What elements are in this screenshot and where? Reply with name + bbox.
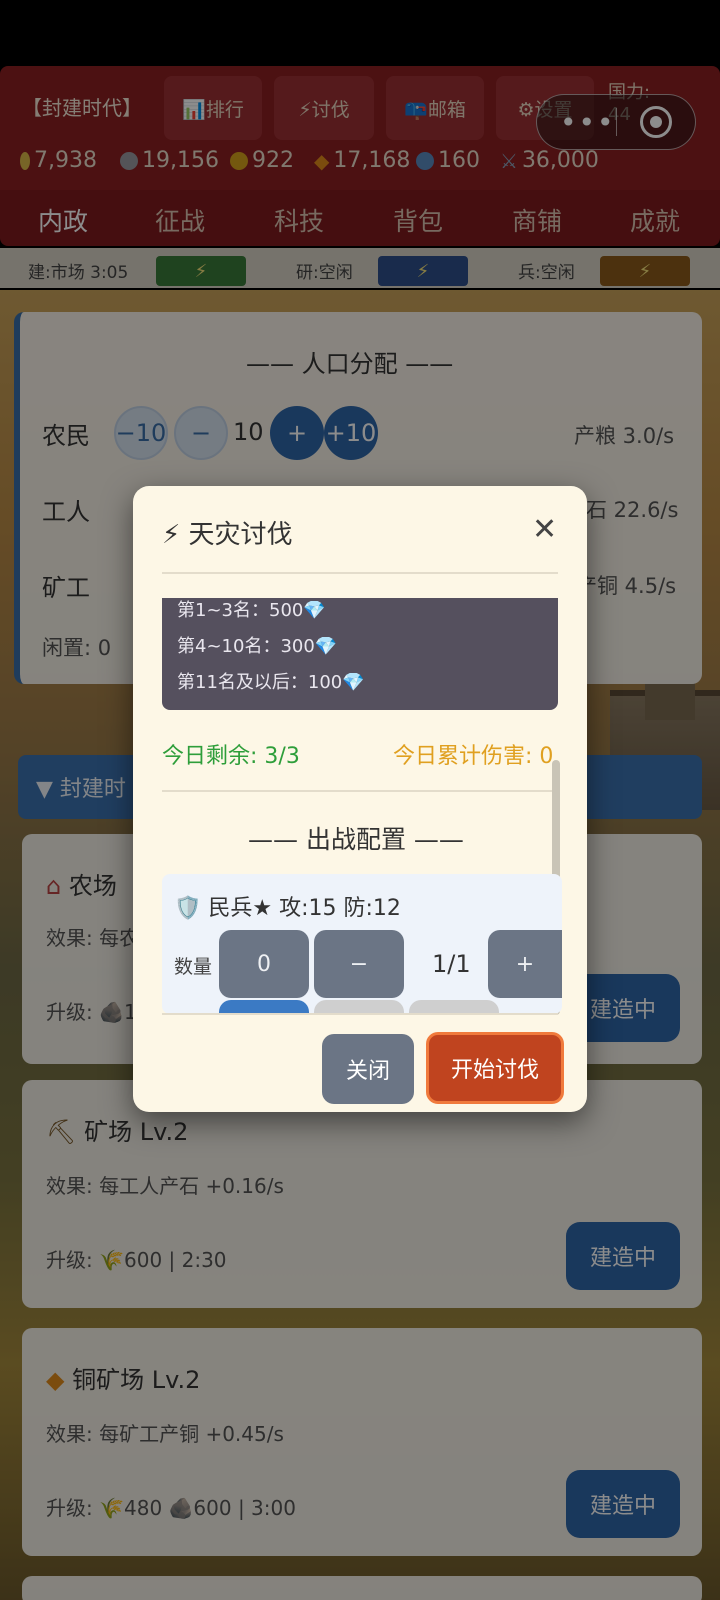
close-icon[interactable]: ✕ [532, 512, 557, 547]
quantity-label: 数量 [174, 956, 213, 978]
remaining-attempts: 今日剩余: 3/3 [162, 744, 300, 769]
close-button[interactable]: 关闭 [322, 1034, 414, 1104]
footer-divider [162, 1013, 558, 1015]
quantity-zero-button[interactable]: 0 [219, 930, 309, 998]
quantity-minus-button[interactable]: − [314, 930, 404, 998]
start-crusade-button[interactable]: 开始讨伐 [426, 1032, 564, 1104]
reward-tier-2: 第4~10名：300💎 [177, 636, 338, 657]
daily-damage: 今日累计伤害: 0 [393, 744, 554, 769]
deploy-config-title: —— 出战配置 —— [248, 825, 464, 854]
quantity-plus-button[interactable]: + [488, 930, 562, 998]
crusade-modal [133, 486, 587, 1112]
modal-title: ⚡ 天灾讨伐 [162, 520, 293, 550]
stats-divider [162, 790, 552, 792]
reward-tier-1: 第1~3名：500💎 [177, 600, 326, 621]
reward-tier-3: 第11名及以后：100💎 [177, 672, 365, 693]
quantity-value: 1/1 [432, 950, 471, 978]
modal-title-divider [162, 572, 558, 574]
militia-stats: 🛡️ 民兵★ 攻:15 防:12 [174, 896, 401, 921]
